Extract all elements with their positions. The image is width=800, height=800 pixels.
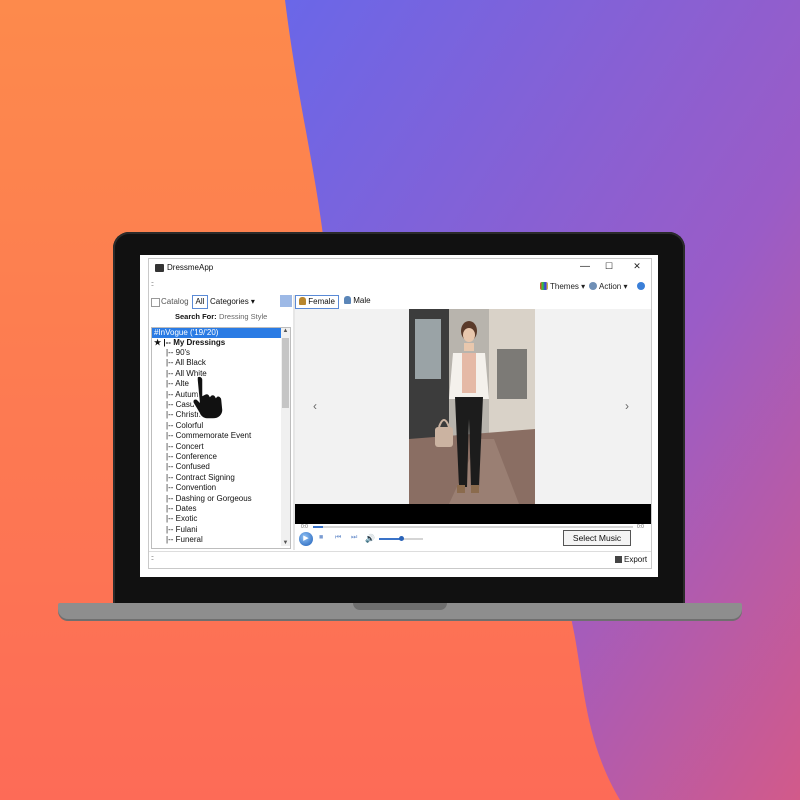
categories-label: Categories — [210, 297, 249, 306]
tree-item[interactable]: |-- Dates — [166, 504, 197, 514]
title-bar: DressmeApp — ☐ ✕ — [149, 259, 651, 277]
volume-slider[interactable] — [379, 536, 423, 541]
star-icon: ★ — [154, 338, 162, 347]
left-panel: Catalog All Categories ▾ Search For: Dre… — [149, 295, 293, 550]
toolbar: :: Themes ▾ Action ▾ — [149, 279, 651, 295]
tree-item[interactable]: |-- Convention — [166, 483, 216, 493]
gender-tabs: Female Male — [295, 295, 651, 309]
tree-root[interactable]: ★ |-- My Dressings — [154, 338, 225, 348]
tree-item[interactable]: |-- Dashing or Gorgeous — [166, 494, 252, 504]
tab-female-label: Female — [308, 297, 335, 306]
categories-dropdown[interactable]: Categories ▾ — [210, 297, 255, 306]
close-button[interactable]: ✕ — [627, 261, 647, 272]
toolbar-grip[interactable]: :: — [151, 281, 154, 288]
help-icon — [637, 282, 645, 290]
maximize-button[interactable]: ☐ — [599, 261, 619, 272]
app-title: DressmeApp — [167, 263, 214, 272]
next-track-button[interactable]: ⏭ — [351, 534, 357, 542]
volume-knob[interactable] — [399, 536, 404, 541]
tree-item[interactable]: |-- Contract Signing — [166, 473, 235, 483]
tree-item[interactable]: |-- Fulani — [166, 525, 197, 535]
scroll-down-icon[interactable]: ▼ — [281, 540, 290, 546]
chevron-down-icon: ▾ — [623, 282, 628, 291]
palette-icon — [540, 282, 548, 290]
status-bar: :: Export — [149, 551, 651, 569]
action-menu[interactable]: Action ▾ — [589, 282, 627, 291]
tree-item[interactable]: |-- Alte — [166, 379, 189, 389]
image-viewer: ‹ › — [295, 309, 651, 504]
elapsed-time: 0:0 — [301, 524, 308, 530]
tree-item[interactable]: |-- Funeral — [166, 535, 203, 545]
minimize-button[interactable]: — — [575, 261, 595, 272]
remaining-time: 0:0 — [637, 524, 644, 530]
scroll-thumb[interactable] — [282, 338, 289, 408]
help-button[interactable] — [637, 282, 647, 291]
next-image-button[interactable]: › — [625, 399, 629, 413]
hand-pointer-icon — [192, 375, 224, 420]
tree-root-label: |-- My Dressings — [163, 338, 226, 347]
panel-toggle-button[interactable] — [280, 295, 292, 307]
tree-scrollbar[interactable]: ▲ ▼ — [281, 328, 290, 546]
right-panel: Female Male ‹ › 0:0 0:0 ▶ ■ ⏮ ⏭ 🔊 Select… — [295, 295, 651, 550]
tree-item-selected[interactable]: #InVogue ('19/'20) — [152, 328, 282, 338]
chevron-down-icon: ▾ — [250, 297, 255, 306]
select-music-button[interactable]: Select Music — [563, 530, 631, 546]
tree-item[interactable]: |-- Confused — [166, 462, 210, 472]
seek-progress — [313, 526, 323, 528]
stop-button[interactable]: ■ — [319, 534, 323, 541]
volume-level — [379, 538, 401, 540]
tree-item[interactable]: |-- 90's — [166, 348, 190, 358]
video-area — [295, 504, 651, 524]
catalog-label: Catalog — [161, 297, 189, 306]
tree-item[interactable]: |-- All Black — [166, 358, 206, 368]
tree-item[interactable]: |-- Exotic — [166, 514, 197, 524]
prev-track-button[interactable]: ⏮ — [335, 534, 341, 542]
tree-item[interactable]: |-- Concert — [166, 442, 204, 452]
tree-item[interactable]: |-- Commemorate Event — [166, 431, 251, 441]
tree-item[interactable]: |-- Conference — [166, 452, 217, 462]
play-button[interactable]: ▶ — [299, 532, 313, 546]
action-label: Action — [599, 282, 622, 291]
themes-menu[interactable]: Themes ▾ — [540, 282, 585, 291]
themes-label: Themes — [550, 282, 579, 291]
outfit-photo — [409, 309, 535, 504]
seek-bar[interactable] — [313, 526, 633, 528]
save-icon — [615, 556, 622, 563]
all-button[interactable]: All — [192, 295, 208, 309]
gear-icon — [589, 282, 597, 290]
laptop-notch — [353, 603, 447, 610]
filter-bar: Catalog All Categories ▾ — [151, 295, 292, 309]
tab-female[interactable]: Female — [295, 295, 339, 309]
category-tree[interactable]: #InVogue ('19/'20) ★ |-- My Dressings |-… — [151, 327, 291, 549]
tab-male-label: Male — [353, 296, 371, 305]
search-for-label: Search For: — [175, 312, 217, 321]
tab-male[interactable]: Male — [341, 295, 374, 307]
male-icon — [344, 296, 351, 304]
export-label: Export — [624, 555, 648, 564]
catalog-checkbox[interactable] — [151, 298, 160, 307]
female-icon — [299, 297, 306, 305]
media-player: 0:0 0:0 ▶ ■ ⏮ ⏭ 🔊 Select Music — [295, 524, 651, 550]
export-button[interactable]: Export — [615, 555, 647, 564]
app-icon — [155, 264, 164, 272]
status-grip: :: — [151, 555, 154, 562]
volume-icon[interactable]: 🔊 — [365, 534, 375, 543]
search-for-value[interactable]: Dressing Style — [219, 312, 267, 321]
scroll-up-icon[interactable]: ▲ — [281, 328, 290, 334]
prev-image-button[interactable]: ‹ — [313, 399, 317, 413]
tree-item[interactable]: |-- Colorful — [166, 421, 203, 431]
chevron-down-icon: ▾ — [581, 282, 586, 291]
